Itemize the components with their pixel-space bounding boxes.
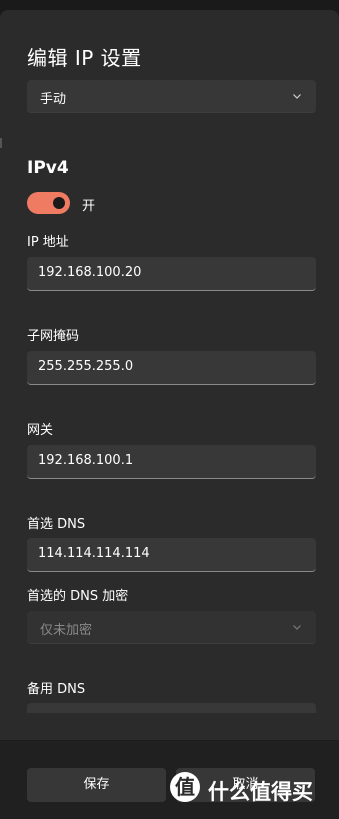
chevron-down-icon	[293, 625, 301, 630]
gateway-label: 网关	[27, 423, 54, 438]
ipv4-toggle[interactable]	[27, 192, 70, 214]
subnet-mask-field[interactable]: 255.255.255.0	[27, 351, 316, 385]
ip-mode-value: 手动	[40, 92, 67, 107]
watermark-text: 什么值得买	[208, 780, 313, 804]
dialog-title: 编辑 IP 设置	[27, 46, 142, 70]
ipv4-heading: IPv4	[27, 158, 69, 178]
save-button[interactable]: 保存	[27, 768, 166, 802]
preferred-dns-label: 首选 DNS	[27, 517, 86, 532]
toggle-knob	[53, 197, 65, 209]
chevron-down-icon	[293, 94, 301, 99]
alternate-dns-field[interactable]	[27, 703, 316, 713]
ip-mode-select[interactable]: 手动	[27, 80, 316, 113]
preferred-dns-field[interactable]: 114.114.114.114	[27, 538, 316, 572]
subnet-mask-value: 255.255.255.0	[38, 359, 134, 374]
watermark-badge: 值	[170, 772, 200, 802]
dns-encryption-value: 仅未加密	[40, 623, 93, 638]
gateway-value: 192.168.100.1	[38, 453, 134, 468]
ip-address-label: IP 地址	[27, 235, 69, 250]
edit-ip-settings-dialog: 编辑 IP 设置 手动 IPv4 开 IP 地址 192.168.100.20 …	[0, 10, 339, 819]
edge-marker	[0, 138, 2, 148]
subnet-mask-label: 子网掩码	[27, 329, 80, 344]
ip-address-field[interactable]: 192.168.100.20	[27, 257, 316, 291]
ip-address-value: 192.168.100.20	[38, 265, 142, 280]
ipv4-toggle-label: 开	[82, 199, 96, 214]
dns-encryption-select: 仅未加密	[27, 611, 316, 644]
preferred-dns-value: 114.114.114.114	[38, 546, 150, 561]
dns-encryption-label: 首选的 DNS 加密	[27, 589, 129, 604]
watermark-logo: 值 什么值得买	[168, 767, 338, 815]
gateway-field[interactable]: 192.168.100.1	[27, 445, 316, 479]
alternate-dns-label: 备用 DNS	[27, 682, 86, 697]
